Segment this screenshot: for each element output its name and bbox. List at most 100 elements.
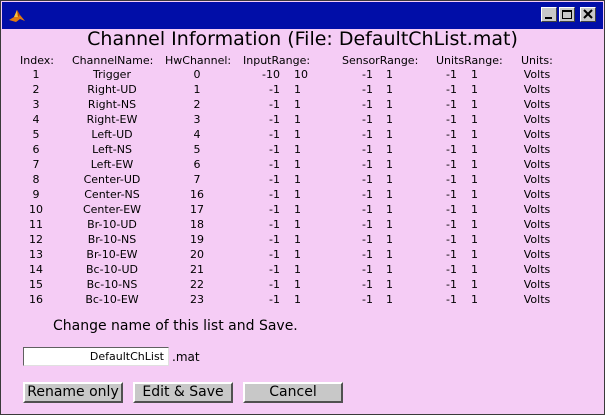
table-row: 6 Left-NS 5 -1 1 -1 1 -1 1 Volts — [0, 143, 605, 158]
cell-index: 13 — [29, 248, 43, 261]
cell-hw-channel: 1 — [193, 83, 201, 96]
cell-units-max: 1 — [471, 143, 478, 156]
cell-sensor-min: -1 — [362, 83, 373, 96]
cell-units: Volts — [523, 113, 551, 126]
cell-sensor-max: 1 — [386, 263, 393, 276]
cell-index: 2 — [32, 83, 40, 96]
cell-hw-channel: 5 — [193, 143, 201, 156]
cell-input-min: -1 — [269, 128, 280, 141]
cell-units: Volts — [523, 248, 551, 261]
cell-index: 9 — [32, 188, 40, 201]
cell-units-min: -1 — [446, 128, 457, 141]
cell-channel-name: Bc-10-EW — [85, 293, 139, 306]
list-name-input[interactable] — [23, 347, 169, 366]
cell-sensor-min: -1 — [362, 113, 373, 126]
cell-units: Volts — [523, 83, 551, 96]
cell-units-min: -1 — [446, 203, 457, 216]
header-units: Units: — [521, 54, 553, 67]
cell-units-min: -1 — [446, 263, 457, 276]
cell-sensor-min: -1 — [362, 218, 373, 231]
table-row: 14 Bc-10-UD 21 -1 1 -1 1 -1 1 Volts — [0, 263, 605, 278]
cell-units-max: 1 — [471, 68, 478, 81]
cell-input-min: -1 — [269, 113, 280, 126]
cell-sensor-max: 1 — [386, 248, 393, 261]
cell-sensor-max: 1 — [386, 98, 393, 111]
cell-channel-name: Center-UD — [83, 173, 141, 186]
cell-units-min: -1 — [446, 113, 457, 126]
cell-units: Volts — [523, 173, 551, 186]
cell-units-max: 1 — [471, 293, 478, 306]
cell-sensor-max: 1 — [386, 113, 393, 126]
cell-sensor-max: 1 — [386, 68, 393, 81]
cell-channel-name: Br-10-NS — [87, 233, 137, 246]
cell-input-min: -1 — [269, 218, 280, 231]
cell-index: 10 — [29, 203, 43, 216]
cell-units-max: 1 — [471, 188, 478, 201]
cell-sensor-min: -1 — [362, 143, 373, 156]
cell-index: 15 — [29, 278, 43, 291]
cell-sensor-min: -1 — [362, 98, 373, 111]
cell-channel-name: Left-UD — [91, 128, 133, 141]
table-row: 9 Center-NS 16 -1 1 -1 1 -1 1 Volts — [0, 188, 605, 203]
cell-units-max: 1 — [471, 248, 478, 261]
cell-hw-channel: 22 — [190, 278, 204, 291]
cell-input-min: -1 — [269, 203, 280, 216]
minimize-icon[interactable] — [541, 7, 557, 22]
cell-hw-channel: 3 — [193, 113, 201, 126]
table-row: 4 Right-EW 3 -1 1 -1 1 -1 1 Volts — [0, 113, 605, 128]
cell-units-min: -1 — [446, 98, 457, 111]
header-units-range: UnitsRange: — [436, 54, 503, 67]
table-row: 3 Right-NS 2 -1 1 -1 1 -1 1 Volts — [0, 98, 605, 113]
close-icon[interactable] — [580, 7, 596, 22]
cell-hw-channel: 19 — [190, 233, 204, 246]
cell-units-max: 1 — [471, 98, 478, 111]
header-sensor-range: SensorRange: — [342, 54, 419, 67]
cell-input-min: -1 — [269, 173, 280, 186]
cell-channel-name: Right-EW — [86, 113, 138, 126]
cell-hw-channel: 4 — [193, 128, 201, 141]
cell-input-max: 1 — [294, 158, 301, 171]
cell-sensor-min: -1 — [362, 173, 373, 186]
cell-hw-channel: 0 — [193, 68, 201, 81]
cell-input-max: 1 — [294, 278, 301, 291]
cell-units: Volts — [523, 98, 551, 111]
cell-channel-name: Left-EW — [90, 158, 134, 171]
cell-sensor-max: 1 — [386, 233, 393, 246]
table-row: 15 Bc-10-NS 22 -1 1 -1 1 -1 1 Volts — [0, 278, 605, 293]
cell-units-max: 1 — [471, 218, 478, 231]
cell-input-max: 1 — [294, 263, 301, 276]
cell-input-min: -1 — [269, 248, 280, 261]
cell-units: Volts — [523, 203, 551, 216]
cell-sensor-max: 1 — [386, 188, 393, 201]
table-row: 10 Center-EW 17 -1 1 -1 1 -1 1 Volts — [0, 203, 605, 218]
cell-input-min: -1 — [269, 143, 280, 156]
cell-index: 8 — [32, 173, 40, 186]
cell-input-max: 1 — [294, 113, 301, 126]
title-bar[interactable] — [2, 2, 603, 29]
cell-input-min: -1 — [269, 188, 280, 201]
cell-input-min: -1 — [269, 158, 280, 171]
rename-only-button[interactable]: Rename only — [23, 382, 123, 403]
edit-save-button[interactable]: Edit & Save — [133, 382, 233, 403]
cell-input-max: 1 — [294, 188, 301, 201]
cell-sensor-max: 1 — [386, 218, 393, 231]
cell-units-min: -1 — [446, 83, 457, 96]
cell-units-max: 1 — [471, 128, 478, 141]
cell-hw-channel: 2 — [193, 98, 201, 111]
cell-hw-channel: 17 — [190, 203, 204, 216]
cell-units: Volts — [523, 233, 551, 246]
cell-hw-channel: 18 — [190, 218, 204, 231]
cell-index: 14 — [29, 263, 43, 276]
cell-index: 3 — [32, 98, 40, 111]
cancel-button[interactable]: Cancel — [243, 382, 343, 403]
cell-units-min: -1 — [446, 158, 457, 171]
cell-units-max: 1 — [471, 173, 478, 186]
cell-index: 6 — [32, 143, 40, 156]
cell-units-min: -1 — [446, 143, 457, 156]
maximize-icon[interactable] — [559, 7, 575, 22]
cell-channel-name: Br-10-EW — [86, 248, 138, 261]
cell-hw-channel: 16 — [190, 188, 204, 201]
cell-units: Volts — [523, 128, 551, 141]
table-row: 2 Right-UD 1 -1 1 -1 1 -1 1 Volts — [0, 83, 605, 98]
cell-input-min: -1 — [269, 278, 280, 291]
